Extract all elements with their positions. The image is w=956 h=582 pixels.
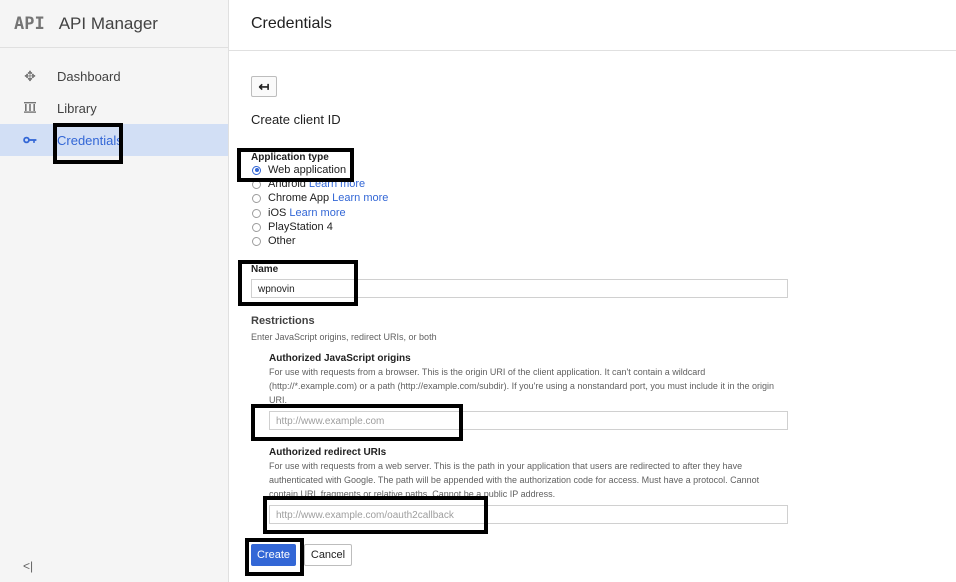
highlight-box-create <box>245 538 304 576</box>
sidebar: API API Manager ✥ Dashboard Library Cred… <box>0 0 229 582</box>
radio-button[interactable] <box>252 236 261 246</box>
highlight-box-redirect-uris <box>263 496 488 534</box>
sidebar-item-label: Dashboard <box>57 68 121 84</box>
top-bar: Credentials <box>229 0 956 51</box>
radio-playstation-4[interactable]: PlayStation 4 <box>252 220 333 234</box>
js-origins-title: Authorized JavaScript origins <box>269 353 411 364</box>
app-title[interactable]: API Manager <box>59 14 158 34</box>
learn-more-link[interactable]: Learn more <box>289 207 345 219</box>
sidebar-item-dashboard[interactable]: ✥ Dashboard <box>0 60 228 92</box>
radio-button[interactable] <box>252 208 261 218</box>
learn-more-link[interactable]: Learn more <box>332 192 388 204</box>
sidebar-item-label: Library <box>57 100 97 116</box>
sidebar-item-library[interactable]: Library <box>0 92 228 124</box>
cancel-button[interactable]: Cancel <box>304 544 352 566</box>
radio-label: Other <box>268 235 296 247</box>
highlight-box-name <box>238 260 358 306</box>
redirect-uris-help: For use with requests from a web server.… <box>269 461 760 499</box>
key-icon <box>20 132 40 148</box>
library-icon <box>20 100 40 116</box>
highlight-box-application-type <box>237 148 354 182</box>
restrictions-help: Enter JavaScript origins, redirect URIs,… <box>251 332 437 342</box>
api-logo[interactable]: API <box>14 14 45 34</box>
back-button[interactable]: ↤ <box>251 76 277 97</box>
redirect-uris-title: Authorized redirect URIs <box>269 447 387 458</box>
radio-other[interactable]: Other <box>252 234 296 248</box>
collapse-sidebar-icon[interactable]: <| <box>23 559 33 573</box>
form-heading: Create client ID <box>251 112 341 127</box>
radio-label: Chrome App <box>268 192 330 204</box>
page-title: Credentials <box>251 15 332 32</box>
radio-chrome-app[interactable]: Chrome App Learn more <box>252 191 388 205</box>
js-origins-help: For use with requests from a browser. Th… <box>269 367 774 405</box>
restrictions-title: Restrictions <box>251 315 315 327</box>
back-arrow-icon: ↤ <box>258 78 270 94</box>
radio-label: iOS <box>268 207 287 219</box>
dashboard-icon: ✥ <box>24 67 36 84</box>
radio-button[interactable] <box>252 222 261 232</box>
brand-header: API API Manager <box>0 0 228 48</box>
radio-label: PlayStation 4 <box>268 221 333 233</box>
radio-ios[interactable]: iOS Learn more <box>252 206 346 220</box>
highlight-box-credentials <box>53 123 123 164</box>
highlight-box-js-origins <box>251 404 463 441</box>
radio-button[interactable] <box>252 193 261 203</box>
